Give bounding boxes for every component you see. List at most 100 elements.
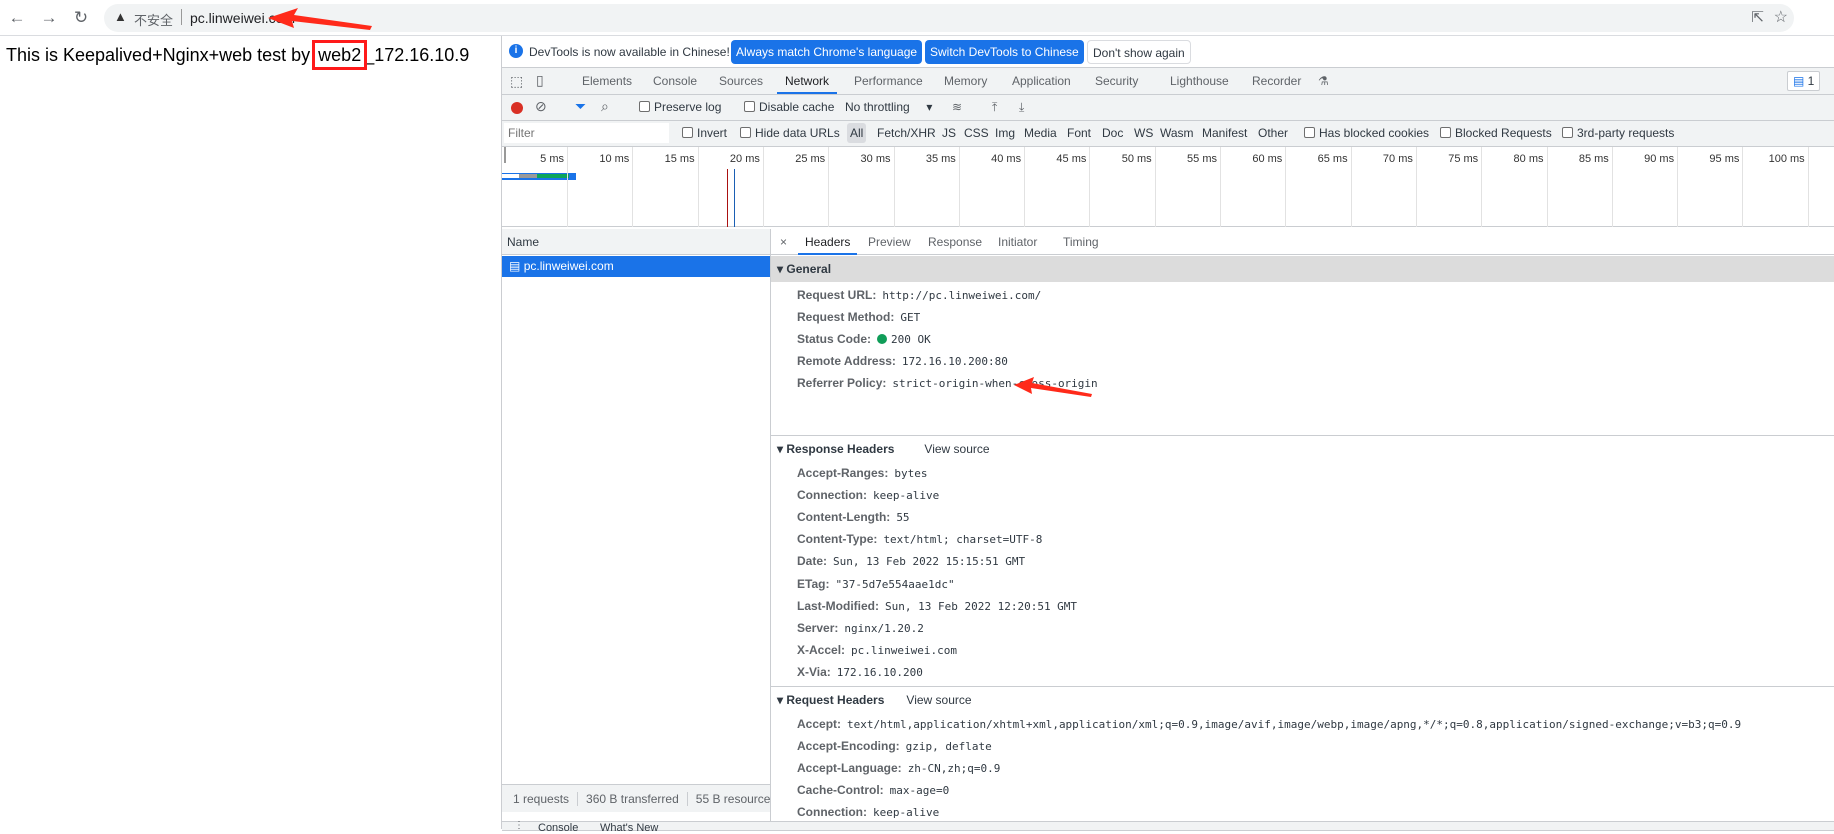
divider bbox=[181, 9, 182, 25]
tab-application[interactable]: Application bbox=[1012, 68, 1071, 94]
tab-network[interactable]: Network bbox=[777, 68, 838, 94]
third-party-requests-checkbox[interactable]: 3rd-party requests bbox=[1562, 121, 1674, 145]
timeline-tick-label: 55 ms bbox=[1187, 153, 1217, 165]
timeline-gridline bbox=[828, 147, 830, 227]
filter-input[interactable] bbox=[504, 123, 669, 143]
preserve-log-checkbox[interactable]: Preserve log bbox=[639, 95, 721, 119]
filter-type-other[interactable]: Other bbox=[1258, 121, 1288, 145]
tab-headers[interactable]: Headers bbox=[798, 229, 858, 255]
response-view-source-link[interactable]: View source bbox=[924, 442, 989, 456]
reload-icon[interactable]: ↻ bbox=[70, 7, 92, 29]
timeline-overview[interactable]: 5 ms 10 ms 15 ms 20 ms 25 ms 30 ms 35 ms 40 ms 4… bbox=[502, 147, 1834, 227]
tab-performance[interactable]: Performance bbox=[854, 68, 923, 94]
header-row: Accept-Language: zh-CN,zh;q=0.9 bbox=[797, 758, 1000, 778]
header-value: "37-5d7e554aae1dc" bbox=[835, 577, 955, 591]
close-icon[interactable]: × bbox=[780, 229, 787, 255]
bookmark-star-icon[interactable]: ☆ bbox=[1774, 7, 1788, 27]
forward-icon[interactable]: → bbox=[38, 7, 60, 29]
search-icon[interactable]: ⌕ bbox=[601, 98, 609, 115]
tab-response[interactable]: Response bbox=[928, 229, 982, 255]
general-section-header[interactable]: ▾ General bbox=[771, 256, 1834, 282]
import-har-icon[interactable]: ⤒ bbox=[992, 95, 997, 119]
request-headers-title: Request Headers bbox=[786, 693, 885, 707]
inspect-element-icon[interactable]: ⬚ bbox=[510, 73, 523, 90]
header-row: Request URL: http://pc.linweiwei.com/ bbox=[797, 285, 1041, 305]
header-row: ETag: "37-5d7e554aae1dc" bbox=[797, 574, 955, 594]
timeline-gridline bbox=[893, 147, 895, 227]
response-headers-title: Response Headers bbox=[786, 442, 895, 456]
filter-type-css[interactable]: CSS bbox=[964, 121, 989, 145]
filter-type-img[interactable]: Img bbox=[995, 121, 1015, 145]
header-row: Content-Length: 55 bbox=[797, 507, 910, 527]
filter-type-all[interactable]: All bbox=[847, 123, 867, 143]
header-value: text/html,application/xhtml+xml,applicat… bbox=[847, 718, 1742, 731]
request-row[interactable]: ▤ pc.linweiwei.com bbox=[502, 256, 770, 277]
header-row: Accept: text/html,application/xhtml+xml,a… bbox=[797, 714, 1741, 734]
filter-type-doc[interactable]: Doc bbox=[1102, 121, 1123, 145]
header-row: Content-Type: text/html; charset=UTF-8 bbox=[797, 529, 1042, 549]
timeline-tick-label: 45 ms bbox=[1056, 153, 1087, 165]
filter-type-font[interactable]: Font bbox=[1067, 121, 1091, 145]
filter-type-js[interactable]: JS bbox=[942, 121, 956, 145]
share-icon[interactable]: ⇱ bbox=[1751, 8, 1764, 26]
tab-console[interactable]: Console bbox=[653, 68, 697, 94]
blocked-requests-checkbox[interactable]: Blocked Requests bbox=[1440, 121, 1552, 145]
filter-type-fetch-xhr[interactable]: Fetch/XHR bbox=[877, 121, 936, 145]
device-toolbar-icon[interactable]: ▯ bbox=[536, 72, 544, 89]
drawer-tab-whats-new[interactable]: What's New bbox=[600, 822, 658, 834]
drawer-tab-console[interactable]: Console bbox=[538, 822, 578, 834]
tab-recorder[interactable]: Recorder bbox=[1252, 68, 1301, 94]
has-blocked-cookies-checkbox[interactable]: Has blocked cookies bbox=[1304, 121, 1429, 145]
export-har-icon[interactable]: ⤓ bbox=[1019, 95, 1024, 119]
timeline-gridline bbox=[1285, 147, 1287, 227]
timeline-tick-label: 80 ms bbox=[1513, 153, 1544, 165]
invert-checkbox[interactable]: Invert bbox=[682, 121, 727, 145]
tab-lighthouse[interactable]: Lighthouse bbox=[1170, 68, 1229, 94]
record-icon[interactable] bbox=[511, 102, 523, 114]
request-headers-section-header[interactable]: ▾ Request Headers View source bbox=[771, 686, 1834, 712]
hide-data-urls-checkbox[interactable]: Hide data URLs bbox=[740, 121, 840, 145]
resources-size: 55 B resource bbox=[695, 792, 770, 806]
has-blocked-cookies-label: Has blocked cookies bbox=[1319, 126, 1430, 140]
header-name: Accept-Ranges: bbox=[797, 466, 889, 480]
throttling-select[interactable]: No throttling ▾ bbox=[845, 95, 932, 119]
filter-type-media[interactable]: Media bbox=[1024, 121, 1057, 145]
back-icon[interactable]: ← bbox=[6, 7, 28, 29]
filter-type-manifest[interactable]: Manifest bbox=[1202, 121, 1247, 145]
name-column-header[interactable]: Name bbox=[502, 229, 770, 255]
tab-memory[interactable]: Memory bbox=[944, 68, 987, 94]
filter-type-wasm[interactable]: Wasm bbox=[1160, 121, 1194, 145]
timeline-tick-label: 50 ms bbox=[1121, 153, 1152, 165]
more-icon[interactable]: ⋮ bbox=[514, 820, 524, 831]
filter-icon[interactable]: ⏷ bbox=[575, 98, 586, 115]
dont-show-again-button[interactable]: Don't show again bbox=[1087, 40, 1191, 64]
tab-elements[interactable]: Elements bbox=[582, 68, 632, 94]
header-row: Request Method: GET bbox=[797, 307, 920, 327]
flask-icon: ⚗ bbox=[1318, 74, 1329, 88]
highlighted-server-name: web2 bbox=[312, 40, 368, 70]
filter-type-ws[interactable]: WS bbox=[1134, 121, 1153, 145]
clear-icon[interactable]: ⊘ bbox=[535, 98, 547, 115]
timeline-gridline bbox=[1611, 147, 1613, 227]
network-conditions-icon[interactable]: ≋ bbox=[952, 95, 962, 119]
header-name: Connection: bbox=[797, 488, 867, 503]
timeline-tick-label: 15 ms bbox=[664, 153, 695, 165]
header-value: GET bbox=[900, 311, 921, 325]
tab-preview[interactable]: Preview bbox=[868, 229, 911, 255]
timeline-tick-label: 65 ms bbox=[1317, 153, 1348, 165]
switch-to-chinese-button[interactable]: Switch DevTools to Chinese bbox=[925, 40, 1084, 64]
always-match-language-button[interactable]: Always match Chrome's language bbox=[731, 40, 923, 64]
issues-badge[interactable]: ▤ 1 bbox=[1787, 71, 1821, 91]
tab-initiator[interactable]: Initiator bbox=[998, 229, 1037, 255]
tab-sources[interactable]: Sources bbox=[719, 68, 763, 94]
request-view-source-link[interactable]: View source bbox=[906, 693, 971, 707]
timeline-tick-label: 10 ms bbox=[599, 153, 630, 165]
tab-timing[interactable]: Timing bbox=[1063, 229, 1099, 255]
info-icon: i bbox=[509, 44, 523, 58]
tab-security[interactable]: Security bbox=[1095, 68, 1138, 94]
disable-cache-checkbox[interactable]: Disable cache bbox=[744, 95, 834, 119]
response-headers-section-header[interactable]: ▾ Response Headers View source bbox=[771, 435, 1834, 461]
header-name: Content-Type: bbox=[797, 532, 878, 547]
timeline-gridline bbox=[697, 147, 699, 227]
annotation-arrow bbox=[1014, 377, 1092, 397]
